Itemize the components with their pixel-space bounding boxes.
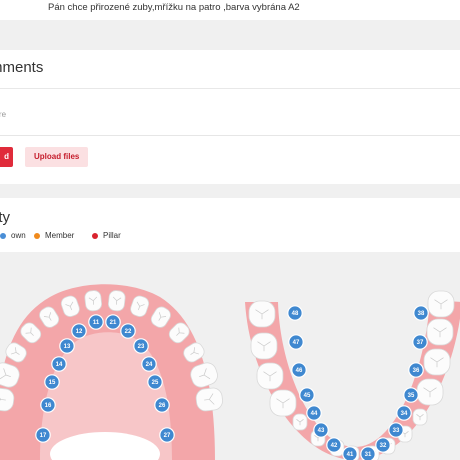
- tooth-badge-44[interactable]: 44: [306, 405, 322, 421]
- teeth-chart-svg: 11 21 12 22 13 23 14 24 15 25 16 26 17 27 48 47 46 45 44 43…: [0, 284, 460, 460]
- tooth-badge-41[interactable]: 41: [342, 446, 358, 460]
- divider: [0, 88, 460, 89]
- tooth-badge-27[interactable]: 27: [159, 427, 175, 443]
- legend-item-member: Member: [34, 229, 74, 243]
- tooth-badge-26[interactable]: 26: [154, 397, 170, 413]
- badge-number: 34: [401, 411, 408, 417]
- comments-card: mments d Upload files: [0, 50, 460, 184]
- lower-tooth: [426, 318, 454, 346]
- badge-number: 14: [56, 362, 63, 368]
- legend-label: own: [11, 231, 26, 240]
- member-dot-icon: [34, 232, 40, 239]
- badge-number: 12: [76, 329, 83, 335]
- lower-tooth: [416, 378, 444, 406]
- tooth-badge-46[interactable]: 46: [291, 362, 307, 378]
- tooth-badge-21[interactable]: 21: [105, 314, 121, 330]
- badge-number: 27: [164, 433, 171, 439]
- legend-item-crown: own: [0, 229, 26, 243]
- badge-number: 38: [418, 311, 425, 317]
- badge-number: 23: [138, 344, 145, 350]
- tooth-badge-25[interactable]: 25: [147, 374, 163, 390]
- lower-tooth: [412, 408, 428, 426]
- comment-input[interactable]: [0, 90, 460, 136]
- tooth-badge-24[interactable]: 24: [141, 356, 157, 372]
- tooth-badge-47[interactable]: 47: [288, 334, 304, 350]
- tooth-badge-16[interactable]: 16: [40, 397, 56, 413]
- upper-tooth: [195, 387, 223, 412]
- tooth-badge-36[interactable]: 36: [408, 362, 424, 378]
- badge-number: 22: [125, 329, 132, 335]
- badge-number: 25: [152, 380, 159, 386]
- comments-title: mments: [0, 59, 44, 76]
- crown-dot-icon: [0, 232, 6, 239]
- tooth-badge-42[interactable]: 42: [326, 437, 342, 453]
- tooth-badge-45[interactable]: 45: [299, 387, 315, 403]
- order-note-card: Pán chce přirozené zuby,mřížku na patro …: [0, 0, 460, 20]
- tooth-badge-43[interactable]: 43: [313, 422, 329, 438]
- badge-number: 47: [293, 340, 300, 346]
- badge-number: 33: [393, 428, 400, 434]
- teeth-chart: 11 21 12 22 13 23 14 24 15 25 16 26 17 27 48 47 46 45 44 43…: [0, 262, 460, 460]
- lower-tooth: [256, 362, 284, 390]
- tooth-badge-32[interactable]: 32: [375, 437, 391, 453]
- badge-number: 48: [292, 311, 299, 317]
- badge-number: 15: [49, 380, 56, 386]
- lower-tooth: [292, 413, 308, 431]
- badge-number: 37: [417, 340, 424, 346]
- badge-number: 45: [304, 393, 311, 399]
- upper-tooth: [107, 290, 126, 312]
- tooth-badge-11[interactable]: 11: [88, 314, 104, 330]
- legend-label: Member: [45, 231, 75, 240]
- lower-tooth: [248, 300, 276, 328]
- badge-number: 41: [347, 452, 354, 458]
- pillar-dot-icon: [92, 232, 98, 239]
- badge-number: 44: [311, 411, 318, 417]
- lower-tooth: [269, 389, 297, 417]
- order-note-text: Pán chce přirozené zuby,mřížku na patro …: [48, 2, 300, 13]
- treatment-card: rity own Member Pillar: [0, 198, 460, 252]
- badge-number: 26: [159, 403, 166, 409]
- badge-number: 11: [93, 320, 100, 326]
- upload-files-button[interactable]: Upload files: [25, 147, 89, 167]
- tooth-badge-37[interactable]: 37: [412, 334, 428, 350]
- tooth-badge-12[interactable]: 12: [71, 323, 87, 339]
- tooth-badge-17[interactable]: 17: [35, 427, 51, 443]
- tooth-badge-22[interactable]: 22: [120, 323, 136, 339]
- lower-tooth: [250, 332, 278, 360]
- tooth-badge-13[interactable]: 13: [59, 338, 75, 354]
- tooth-badge-48[interactable]: 48: [287, 305, 303, 321]
- badge-number: 42: [331, 443, 338, 449]
- badge-number: 31: [365, 452, 372, 458]
- tooth-badge-33[interactable]: 33: [388, 422, 404, 438]
- tooth-badge-34[interactable]: 34: [396, 405, 412, 421]
- tooth-badge-15[interactable]: 15: [44, 374, 60, 390]
- badge-number: 21: [110, 320, 117, 326]
- upper-tooth: [84, 290, 103, 312]
- badge-number: 43: [318, 428, 325, 434]
- badge-number: 16: [45, 403, 52, 409]
- badge-number: 13: [64, 344, 71, 350]
- lower-tooth: [427, 290, 455, 318]
- tooth-badge-38[interactable]: 38: [413, 305, 429, 321]
- lower-tooth: [423, 348, 451, 376]
- badge-number: 24: [146, 362, 153, 368]
- badge-number: 36: [413, 368, 420, 374]
- badge-number: 32: [380, 443, 387, 449]
- legend-item-pillar: Pillar: [92, 229, 121, 243]
- tooth-badge-14[interactable]: 14: [51, 356, 67, 372]
- badge-number: 35: [408, 393, 415, 399]
- tooth-badge-31[interactable]: 31: [360, 446, 376, 460]
- submit-button[interactable]: d: [0, 147, 13, 167]
- badge-number: 17: [40, 433, 47, 439]
- tooth-badge-35[interactable]: 35: [403, 387, 419, 403]
- tooth-badge-23[interactable]: 23: [133, 338, 149, 354]
- badge-number: 46: [296, 368, 303, 374]
- legend-label: Pillar: [103, 231, 121, 240]
- treatment-title: rity: [0, 209, 10, 226]
